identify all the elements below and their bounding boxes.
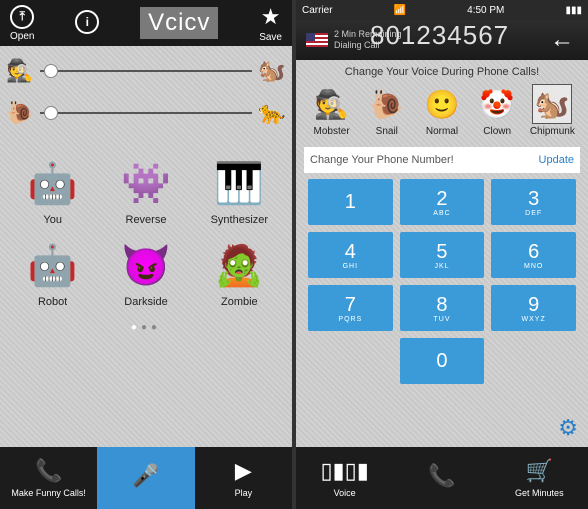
page-dot-active: ●	[131, 322, 141, 333]
voice-tab[interactable]: ▯▮▯▮ Voice	[296, 447, 393, 509]
cart-icon: 🛒	[526, 458, 553, 484]
chipmunk-icon: 🐿️	[532, 84, 572, 124]
key-6[interactable]: 6MNO	[491, 232, 576, 278]
mic-icon: 🎤	[132, 463, 159, 489]
voice-mobster[interactable]: 🕵️Mobster	[307, 84, 357, 137]
reverse-icon: 👾	[117, 154, 175, 212]
voice-clown[interactable]: 🤡Clown	[472, 84, 522, 137]
voice-zombie[interactable]: 🧟 Zombie	[199, 236, 280, 308]
clown-icon: 🤡	[477, 84, 517, 124]
zombie-icon: 🧟	[210, 236, 268, 294]
record-tab[interactable]: 🎤	[97, 447, 194, 509]
make-calls-tab[interactable]: 📞 Make Funny Calls!	[0, 447, 97, 509]
open-icon: ⤒	[10, 5, 34, 29]
key-1[interactable]: 1	[308, 179, 393, 225]
equalizer-icon: ▯▮▯▮	[320, 458, 368, 484]
key-8[interactable]: 8TUV	[400, 285, 485, 331]
mobster-icon: 🕵️	[312, 84, 352, 124]
you-icon: 🤖	[24, 154, 82, 212]
update-link[interactable]: Update	[539, 154, 574, 166]
snail-icon: 🐌	[367, 84, 407, 124]
dial-keypad: 1 2ABC 3DEF 4GHI 5JKL 6MNO 7PQRS 8TUV 9W…	[304, 179, 580, 384]
speed-slider-row: 🐌 🐆	[6, 92, 286, 134]
key-9[interactable]: 9WXYZ	[491, 285, 576, 331]
pitch-slider[interactable]	[40, 70, 252, 72]
update-text: Change Your Phone Number!	[310, 154, 454, 166]
top-toolbar: ⤒ Open i Vcicv ★ Save	[0, 0, 292, 46]
wifi-icon: 📶	[394, 5, 406, 16]
battery-icon: ▮▮▮	[565, 5, 582, 16]
open-button[interactable]: ⤒ Open	[10, 5, 34, 42]
phone-number: 801234567	[370, 20, 509, 51]
phone-icon: 📞	[35, 458, 62, 484]
voice-robot[interactable]: 🤖 Robot	[12, 236, 93, 308]
bottom-bar: 📞 Make Funny Calls! 🎤 ▶ Play	[0, 447, 292, 509]
star-icon: ★	[261, 4, 281, 30]
status-bar: Carrier 📶 4:50 PM ▮▮▮	[296, 0, 588, 20]
synthesizer-icon: 🎹	[210, 154, 268, 212]
voice-snail[interactable]: 🐌Snail	[362, 84, 412, 137]
settings-button[interactable]: ⚙	[558, 415, 578, 441]
dialer-body: Change Your Voice During Phone Calls! 🕵️…	[296, 60, 588, 447]
page-indicator: ●●●	[6, 322, 286, 333]
voice-changer-screen: ⤒ Open i Vcicv ★ Save 🕵️ 🐿️ 🐌 🐆	[0, 0, 292, 509]
get-minutes-tab[interactable]: 🛒 Get Minutes	[491, 447, 588, 509]
snail-icon: 🐌	[6, 95, 34, 131]
dialer-screen: Carrier 📶 4:50 PM ▮▮▮ 2 Min Remaining Di…	[296, 0, 588, 509]
voice-selector: 🕵️Mobster 🐌Snail 🙂Normal 🤡Clown 🐿️Chipmu…	[304, 84, 580, 137]
key-3[interactable]: 3DEF	[491, 179, 576, 225]
voice-synthesizer[interactable]: 🎹 Synthesizer	[199, 154, 280, 226]
app-title: Vcicv	[140, 7, 218, 39]
voice-grid: 🤖 You 👾 Reverse 🎹 Synthesizer 🤖 Robot 😈 …	[6, 154, 286, 308]
page-dot: ●	[141, 322, 151, 333]
darkside-icon: 😈	[117, 236, 175, 294]
call-icon: 📞	[428, 463, 455, 489]
play-icon: ▶	[235, 458, 252, 484]
save-button[interactable]: ★ Save	[259, 4, 282, 43]
key-4[interactable]: 4GHI	[308, 232, 393, 278]
carrier-label: Carrier	[302, 5, 333, 16]
call-header: 2 Min Remaining Dialing Call 801234567 ←	[296, 20, 588, 60]
play-tab[interactable]: ▶ Play	[195, 447, 292, 509]
back-button[interactable]: ←	[550, 26, 574, 54]
voice-normal[interactable]: 🙂Normal	[417, 84, 467, 137]
speed-slider[interactable]	[40, 112, 252, 114]
normal-icon: 🙂	[422, 84, 462, 124]
key-7[interactable]: 7PQRS	[308, 285, 393, 331]
slider-thumb[interactable]	[44, 106, 58, 120]
mobster-icon: 🕵️	[6, 53, 34, 89]
voice-darkside[interactable]: 😈 Darkside	[105, 236, 186, 308]
voice-you[interactable]: 🤖 You	[12, 154, 93, 226]
robot-icon: 🤖	[24, 236, 82, 294]
voice-reverse[interactable]: 👾 Reverse	[105, 154, 186, 226]
bottom-bar: ▯▮▯▮ Voice 📞 🛒 Get Minutes	[296, 447, 588, 509]
key-5[interactable]: 5JKL	[400, 232, 485, 278]
us-flag-icon[interactable]	[306, 33, 328, 47]
key-2[interactable]: 2ABC	[400, 179, 485, 225]
pitch-slider-row: 🕵️ 🐿️	[6, 50, 286, 92]
call-button[interactable]: 📞	[393, 447, 490, 509]
fast-icon: 🐆	[258, 95, 286, 131]
slider-thumb[interactable]	[44, 64, 58, 78]
voice-body: 🕵️ 🐿️ 🐌 🐆 🤖 You 👾 Reverse 🎹 Synthesi	[0, 46, 292, 447]
info-button[interactable]: i	[75, 10, 99, 36]
banner-text: Change Your Voice During Phone Calls!	[304, 66, 580, 78]
status-time: 4:50 PM	[467, 5, 504, 16]
sliders: 🕵️ 🐿️ 🐌 🐆	[6, 50, 286, 134]
info-icon: i	[75, 10, 99, 34]
page-dot: ●	[151, 322, 161, 333]
key-0[interactable]: 0	[400, 338, 485, 384]
chipmunk-icon: 🐿️	[258, 53, 286, 89]
voice-chipmunk[interactable]: 🐿️Chipmunk	[527, 84, 577, 137]
update-banner: Change Your Phone Number! Update	[304, 147, 580, 173]
